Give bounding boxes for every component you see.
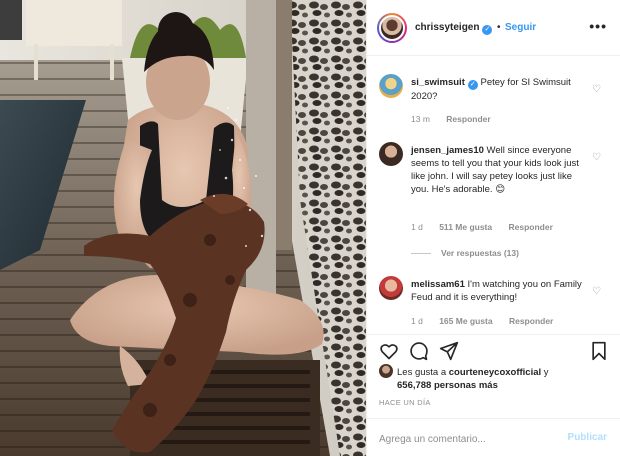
comment-time[interactable]: 1 d [411, 222, 423, 232]
comment-likes[interactable]: 511 Me gusta [439, 222, 492, 232]
instagram-post: chrissyteigen ✓ • Seguir ••• si_swimsuit ✓… [0, 0, 620, 456]
comment-input[interactable] [379, 431, 559, 447]
comment-meta: 13 m Responder [411, 114, 505, 124]
commenter-username[interactable]: jensen_james10 [411, 145, 484, 156]
comments-list[interactable]: si_swimsuit ✓ Petey for SI Swimsuit 2020?… [367, 56, 620, 334]
comment-text: jensen_james10 Well since everyone seems… [411, 144, 591, 196]
post-photo-illustration [0, 0, 366, 456]
liker-avatar[interactable] [379, 364, 393, 378]
author-username[interactable]: chrissyteigen ✓ [415, 22, 493, 35]
verified-badge-icon: ✓ [482, 25, 493, 35]
heart-icon[interactable] [379, 341, 399, 361]
likes-connector: y [543, 367, 549, 378]
view-replies-button[interactable]: Ver respuestas (13) [411, 248, 519, 258]
likes-summary: Les gusta a courteneycoxofficial y 656,7… [379, 364, 613, 392]
likes-count[interactable]: 656,788 personas más [397, 380, 498, 391]
post-side-panel: chrissyteigen ✓ • Seguir ••• si_swimsuit ✓… [366, 0, 620, 456]
comment-time[interactable]: 13 m [411, 114, 430, 124]
add-comment-bar: Publicar [367, 418, 620, 456]
share-icon[interactable] [439, 341, 459, 361]
author-avatar[interactable] [377, 13, 407, 43]
comment-text: si_swimsuit ✓ Petey for SI Swimsuit 2020? [411, 76, 591, 103]
post-timestamp[interactable]: HACE UN DÍA [379, 398, 431, 407]
commenter-avatar[interactable] [379, 142, 403, 166]
replies-divider [411, 253, 431, 255]
comment-likes[interactable]: 165 Me gusta [439, 316, 492, 326]
commenter-avatar[interactable] [379, 276, 403, 300]
post-comment-button[interactable]: Publicar [568, 432, 607, 443]
post-photo[interactable] [0, 0, 366, 456]
commenter-avatar[interactable] [379, 74, 403, 98]
commenter-username[interactable]: melissam61 [411, 279, 465, 290]
heart-icon[interactable]: ♡ [592, 84, 601, 95]
bookmark-icon[interactable] [589, 341, 609, 361]
follow-button[interactable]: Seguir [505, 22, 536, 33]
heart-icon[interactable]: ♡ [592, 286, 601, 297]
comment-icon[interactable] [409, 341, 429, 361]
likes-prefix: Les gusta a [397, 367, 447, 378]
action-bar [367, 334, 620, 364]
reply-button[interactable]: Responder [446, 114, 490, 124]
header-separator: • [497, 22, 501, 33]
comment-text: melissam61 I'm watching you on Family Fe… [411, 278, 591, 304]
comment-time[interactable]: 1 d [411, 316, 423, 326]
view-replies-label[interactable]: Ver respuestas (13) [441, 248, 519, 258]
commenter-username[interactable]: si_swimsuit [411, 77, 465, 88]
verified-badge-icon: ✓ [467, 80, 478, 90]
comment-meta: 1 d 165 Me gusta Responder [411, 316, 567, 326]
post-header: chrissyteigen ✓ • Seguir ••• [367, 0, 620, 56]
reply-button[interactable]: Responder [509, 222, 553, 232]
liker-username[interactable]: courteneycoxofficial [449, 367, 541, 378]
comment-meta: 1 d 511 Me gusta Responder [411, 222, 567, 232]
reply-button[interactable]: Responder [509, 316, 553, 326]
heart-icon[interactable]: ♡ [592, 152, 601, 163]
more-options-icon[interactable]: ••• [589, 18, 607, 34]
